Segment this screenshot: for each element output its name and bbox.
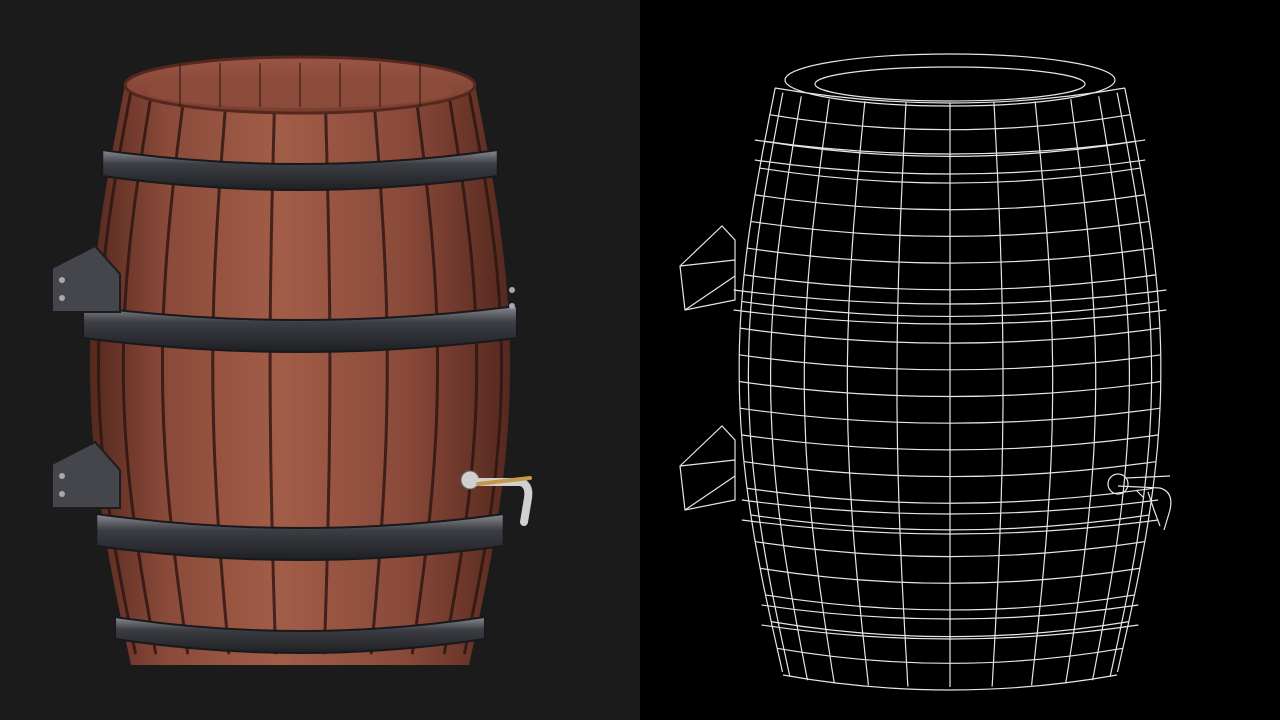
rendered-view-panel — [0, 0, 640, 720]
wire-tap-base — [1107, 473, 1129, 495]
wire-meridian — [896, 102, 909, 687]
wireframe-view-panel — [640, 0, 1280, 720]
rivet — [509, 303, 515, 309]
wire-meridian — [1116, 87, 1162, 673]
wire-meridian — [991, 102, 1004, 687]
rivet — [59, 277, 65, 283]
wire-meridian — [747, 92, 791, 677]
rivet — [59, 473, 65, 479]
barrel-render — [51, 55, 533, 665]
barrel-wireframe — [679, 53, 1172, 691]
wire-meridian — [738, 87, 784, 673]
wire-bracket-lower-edges — [679, 459, 736, 511]
wire-bracket-lower — [679, 425, 736, 511]
wire-rim-outer — [784, 53, 1116, 107]
wire-meridian — [1109, 92, 1153, 677]
rivet — [59, 295, 65, 301]
wire-rim-inner — [814, 66, 1086, 102]
wire-bracket-upper-edges — [679, 259, 736, 311]
rivet — [509, 287, 515, 293]
wire-bracket-upper — [679, 225, 736, 311]
rivet — [59, 491, 65, 497]
